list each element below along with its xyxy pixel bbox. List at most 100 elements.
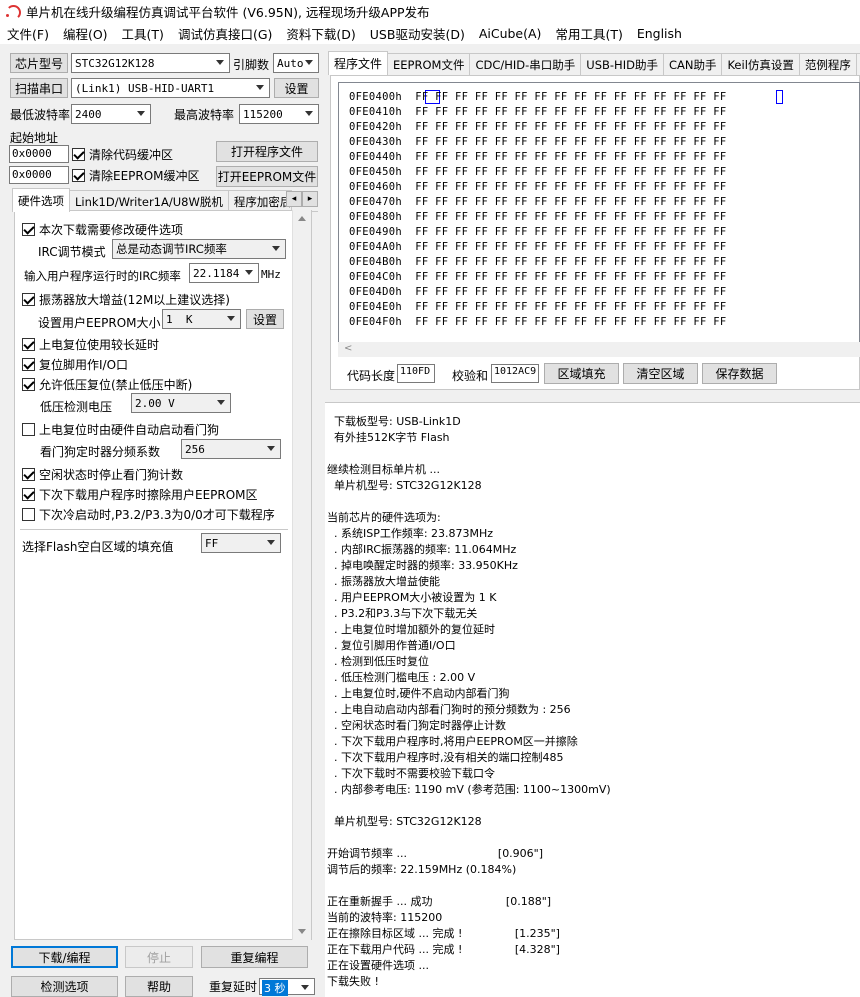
tab-usb-hid-assistant[interactable]: USB-HID助手 <box>580 53 664 75</box>
open-eeprom-file-button[interactable]: 打开EEPROM文件 <box>216 166 318 187</box>
menu-debug[interactable]: 调试仿真接口(G) <box>171 24 279 43</box>
log-line: . 上电复位时,硬件不启动内部看门狗 <box>327 687 510 700</box>
eeprom-size-value: 1 K <box>166 312 193 326</box>
lvd-voltage-label: 低压检测电压 <box>40 400 113 414</box>
max-baud-select[interactable]: 115200 <box>239 104 319 124</box>
reset-pin-io-checkbox[interactable]: 复位脚用作I/O口 <box>22 356 128 373</box>
log-line: . 掉电唤醒定时器的频率: 33.950KHz <box>327 559 518 572</box>
hex-bytes: FF FF FF FF FF FF FF FF FF FF FF FF FF F… <box>415 151 727 163</box>
checkbox-box <box>72 169 85 182</box>
fill-area-button[interactable]: 区域填充 <box>544 363 619 384</box>
lvd-voltage-value: 2.00 V <box>135 396 175 410</box>
pins-select[interactable]: Auto <box>273 53 319 73</box>
tab-keil-settings[interactable]: Keil仿真设置 <box>721 53 800 75</box>
horizontal-scrollbar[interactable]: < <box>338 342 860 357</box>
eeprom-size-set-button[interactable]: 设置 <box>246 309 284 329</box>
log-line: 正在擦除目标区域 ... 完成 ! [1.235"] <box>327 927 560 940</box>
open-program-file-button[interactable]: 打开程序文件 <box>216 141 318 162</box>
scan-port-button[interactable]: 扫描串口 <box>10 78 68 98</box>
watchdog-hw-start-checkbox[interactable]: 上电复位时由硬件自动启动看门狗 <box>22 421 219 438</box>
checksum-label: 校验和 <box>452 369 489 383</box>
modify-hw-options-checkbox[interactable]: 本次下载需要修改硬件选项 <box>22 221 183 238</box>
log-line: 正在设置硬件选项 ... <box>327 959 429 972</box>
checkbox-label: 下次下载用户程序时擦除用户EEPROM区 <box>39 488 258 502</box>
long-reset-delay-checkbox[interactable]: 上电复位使用较长延时 <box>22 336 159 353</box>
watchdog-divider-select[interactable]: 256 <box>181 439 281 459</box>
help-button[interactable]: 帮助 <box>125 976 193 997</box>
eeprom-size-select[interactable]: 1 K <box>162 309 241 329</box>
hex-bytes: FF FF FF FF FF FF FF FF FF FF FF FF FF F… <box>415 301 727 313</box>
hex-row: 0FE0420h FF FF FF FF FF FF FF FF FF FF F… <box>349 121 726 133</box>
save-data-button[interactable]: 保存数据 <box>702 363 777 384</box>
tab-scroll-left-button[interactable]: ◂ <box>286 191 302 207</box>
tab-hardware-options[interactable]: 硬件选项 <box>12 188 70 212</box>
lvd-voltage-select[interactable]: 2.00 V <box>131 393 231 413</box>
tab-can-assistant[interactable]: CAN助手 <box>662 53 723 75</box>
log-line: . 低压检测门槛电压 : 2.00 V <box>327 671 476 684</box>
checkbox-label: 允许低压复位(禁止低压中断) <box>39 378 193 392</box>
tab-examples[interactable]: 范例程序 <box>798 53 857 75</box>
log-line: . 用户EEPROM大小被设置为 1 K <box>327 591 497 604</box>
low-voltage-reset-checkbox[interactable]: 允许低压复位(禁止低压中断) <box>22 376 192 393</box>
menu-common-tools[interactable]: 常用工具(T) <box>548 24 629 43</box>
menu-tools[interactable]: 工具(T) <box>115 24 171 43</box>
checkbox-label: 本次下载需要修改硬件选项 <box>39 223 184 237</box>
output-log[interactable]: 下载板型号: USB-Link1D 有外挂512K字节 Flash 继续检测目标单… <box>325 402 860 997</box>
checkbox-label: 清除代码缓冲区 <box>89 148 174 162</box>
menu-usb-driver[interactable]: USB驱动安装(D) <box>363 24 472 43</box>
clear-code-buffer-checkbox[interactable]: 清除代码缓冲区 <box>72 146 173 163</box>
tab-program-file[interactable]: 程序文件 <box>328 51 389 75</box>
irc-frequency-select[interactable]: 22.1184 <box>189 263 259 283</box>
oscillator-gain-checkbox[interactable]: 振荡器放大增益(12M以上建议选择) <box>22 291 230 308</box>
chip-model-select[interactable]: STC32G12K128 <box>71 53 230 73</box>
irc-mode-value: 总是动态调节IRC频率 <box>116 242 227 256</box>
tab-scroll-right-button[interactable]: ▸ <box>302 191 318 207</box>
clear-eeprom-buffer-checkbox[interactable]: 清除EEPROM缓冲区 <box>72 167 200 184</box>
irc-mode-select[interactable]: 总是动态调节IRC频率 <box>112 239 286 259</box>
tab-serial-assistant[interactable]: CDC/HID-串口助手 <box>469 53 582 75</box>
menu-english[interactable]: English <box>630 26 689 41</box>
hex-row: 0FE0490h FF FF FF FF FF FF FF FF FF FF F… <box>349 226 726 238</box>
hex-editor[interactable]: 0FE0400h FF FF FF FF FF FF FF FF FF FF F… <box>338 82 860 344</box>
chevron-down-icon <box>227 316 235 321</box>
menu-file[interactable]: 文件(F) <box>0 24 56 43</box>
chip-model-button[interactable]: 芯片型号 <box>10 53 68 73</box>
tab-offline-writer[interactable]: Link1D/Writer1A/U8W脱机 <box>69 190 229 212</box>
checkbox-box <box>22 293 35 306</box>
hex-bytes: FF FF FF FF FF FF FF FF FF FF FF FF FF F… <box>415 211 727 223</box>
stop-button[interactable]: 停止 <box>125 946 193 968</box>
menu-downloads[interactable]: 资料下载(D) <box>279 24 362 43</box>
flash-fill-select[interactable]: FF <box>201 533 281 553</box>
vertical-scrollbar[interactable] <box>292 210 311 940</box>
checkbox-box <box>22 488 35 501</box>
watchdog-idle-stop-checkbox[interactable]: 空闲状态时停止看门狗计数 <box>22 466 183 483</box>
max-baud-value: 115200 <box>243 107 283 121</box>
tab-io[interactable]: I/ <box>855 53 860 75</box>
log-line: . 上电自动启动内部看门狗时的预分频数为 : 256 <box>327 703 571 716</box>
menu-program[interactable]: 编程(O) <box>56 24 115 43</box>
erase-eeprom-checkbox[interactable]: 下次下载用户程序时擦除用户EEPROM区 <box>22 486 258 503</box>
start-address-label: 起始地址 <box>10 131 59 145</box>
eeprom-address-input[interactable]: 0x0000 <box>9 166 69 184</box>
flash-fill-value: FF <box>205 536 219 550</box>
tab-eeprom-file[interactable]: EEPROM文件 <box>387 53 471 75</box>
hex-row: 0FE04B0h FF FF FF FF FF FF FF FF FF FF F… <box>349 256 726 268</box>
menu-aicube[interactable]: AiCube(A) <box>472 26 549 41</box>
code-length-value: 110FD <box>397 364 435 383</box>
log-line: . 检测到低压时复位 <box>327 655 429 668</box>
hex-row: 0FE0430h FF FF FF FF FF FF FF FF FF FF F… <box>349 136 726 148</box>
download-program-button[interactable]: 下载/编程 <box>11 946 118 968</box>
repeat-delay-select[interactable]: 3 秒 <box>259 978 315 996</box>
clear-area-button[interactable]: 清空区域 <box>623 363 698 384</box>
repeat-program-button[interactable]: 重复编程 <box>201 946 308 968</box>
port-settings-button[interactable]: 设置 <box>274 78 319 98</box>
log-line: 单片机型号: STC32G12K128 <box>327 815 482 828</box>
tab-encryption[interactable]: 程序加密后 <box>227 190 292 212</box>
check-options-button[interactable]: 检测选项 <box>11 976 118 997</box>
port-select[interactable]: (Link1) USB-HID-UART1 <box>71 78 270 98</box>
flash-fill-label: 选择Flash空白区域的填充值 <box>22 540 174 554</box>
p32-p33-download-checkbox[interactable]: 下次冷启动时,P3.2/P3.3为0/0才可下载程序 <box>22 506 275 523</box>
min-baud-select[interactable]: 2400 <box>71 104 151 124</box>
log-line: . 系统ISP工作频率: 23.873MHz <box>327 527 494 540</box>
code-address-input[interactable]: 0x0000 <box>9 145 69 163</box>
